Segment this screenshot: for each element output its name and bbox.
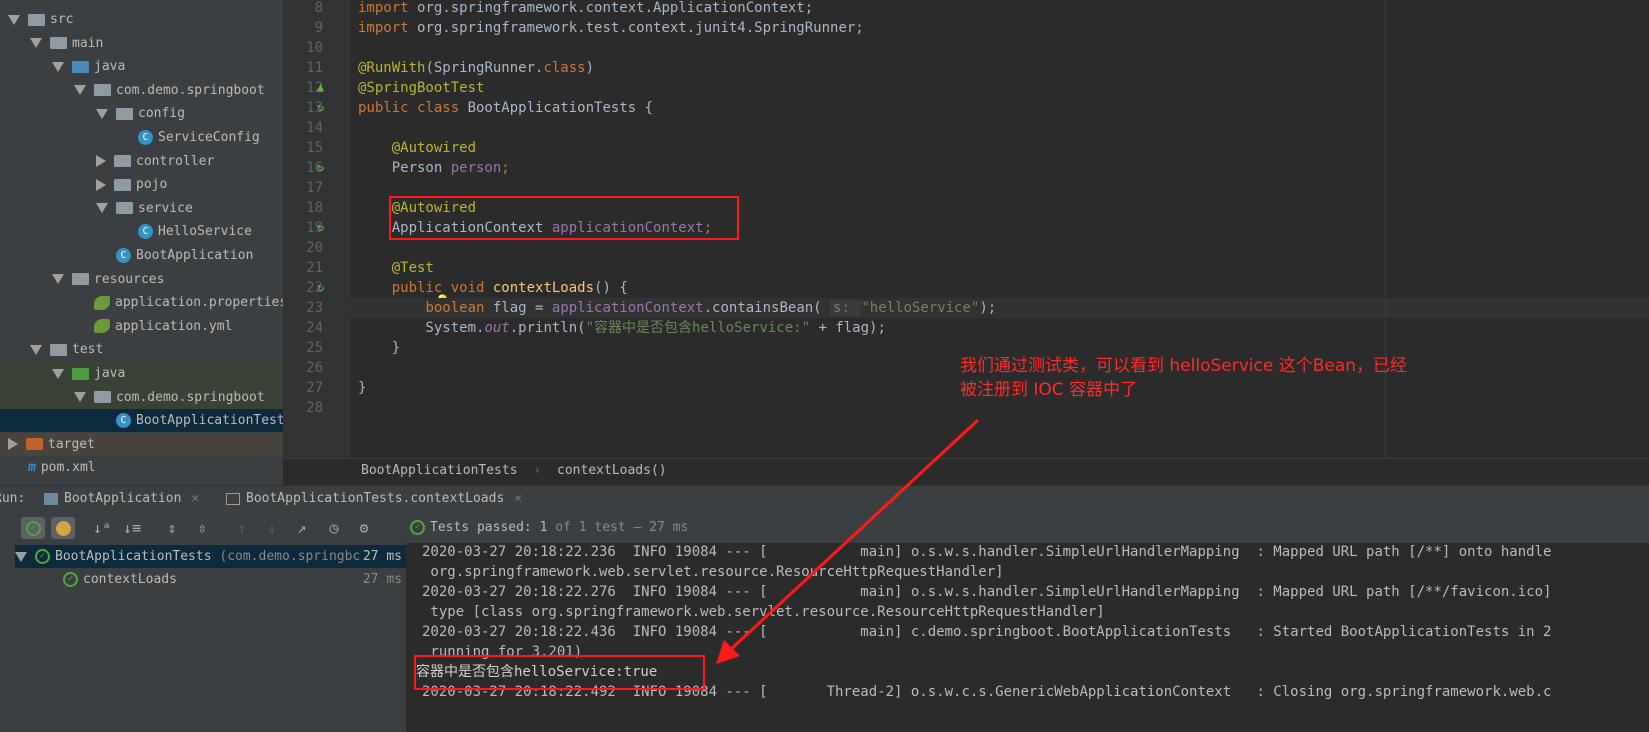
annotation-note: 我们通过测试类，可以看到 helloService 这个Bean，已经 被注册到… — [960, 356, 1408, 400]
